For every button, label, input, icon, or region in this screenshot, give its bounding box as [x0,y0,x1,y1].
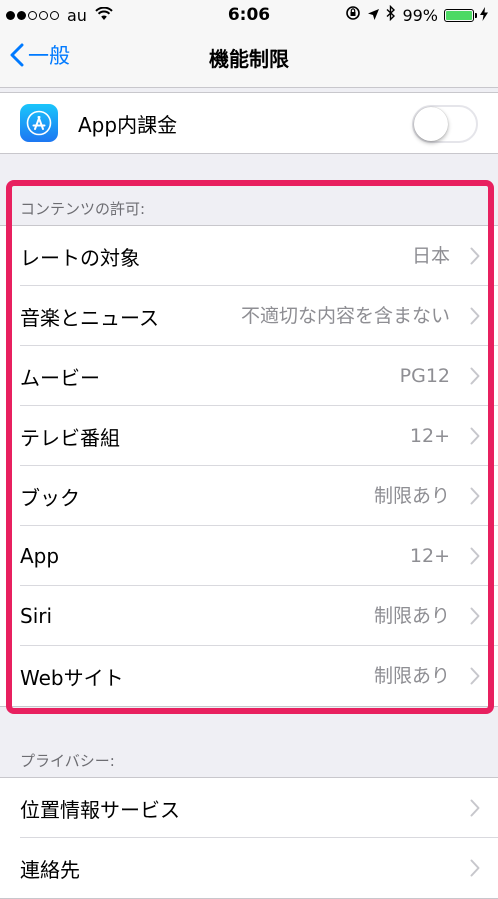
row-label: レートの対象 [20,245,140,270]
charging-icon [480,6,488,25]
row-value: 12+ [409,545,450,567]
content-row-siri[interactable]: Siri 制限あり [0,586,498,646]
toggle-knob [414,107,448,141]
row-value: 不適切な内容を含まない [240,305,450,327]
row-label: 位置情報サービス [20,797,180,822]
content-row-websites[interactable]: Webサイト 制限あり [0,646,498,706]
privacy-section-header: プライバシー: [20,752,115,770]
row-value: 制限あり [373,605,450,627]
in-app-purchase-toggle[interactable] [412,105,478,143]
content-row-rating-region[interactable]: レートの対象 日本 [0,226,498,286]
chevron-right-icon [470,427,480,445]
row-label: 連絡先 [20,857,80,882]
row-label: Siri [20,604,53,628]
content-row-apps[interactable]: App 12+ [0,526,498,586]
in-app-purchase-label: App内課金 [78,112,178,137]
status-bar: au 6:06 99% [0,0,498,30]
in-app-purchase-group: App内課金 [0,92,498,154]
content-row-music-news[interactable]: 音楽とニュース 不適切な内容を含まない [0,286,498,346]
chevron-right-icon [470,547,480,565]
row-label: ブック [20,485,80,510]
content-row-books[interactable]: ブック 制限あり [0,466,498,526]
chevron-right-icon [470,307,480,325]
battery-icon [444,8,477,22]
location-icon [367,6,380,25]
content-row-movies[interactable]: ムービー PG12 [0,346,498,406]
chevron-right-icon [470,487,480,505]
status-right: 99% [345,4,488,25]
row-value: PG12 [399,365,450,387]
chevron-right-icon [470,667,480,685]
row-label: Webサイト [20,665,124,690]
content-row-tv-shows[interactable]: テレビ番組 12+ [0,406,498,466]
battery-fill [446,10,472,20]
in-app-purchase-row: App内課金 [0,93,498,153]
app-store-icon [20,104,58,142]
orientation-lock-icon [345,5,361,25]
chevron-right-icon [470,799,480,817]
row-label: App [20,544,60,568]
page-title: 機能制限 [209,47,289,71]
row-value: 日本 [411,245,450,267]
chevron-right-icon [470,607,480,625]
top-bar: au 6:06 99% 一般 機能制限 [0,0,498,88]
content-section-header: コンテンツの許可: [20,200,146,218]
battery-percent: 99% [402,5,438,25]
row-label: テレビ番組 [20,425,120,450]
privacy-row-contacts[interactable]: 連絡先 [0,838,498,898]
row-label: 音楽とニュース [20,305,159,330]
bluetooth-icon [386,4,396,25]
row-label: ムービー [20,365,100,390]
row-value: 制限あり [373,485,450,507]
chevron-right-icon [470,859,480,877]
row-value: 制限あり [373,665,450,687]
navigation-bar: 一般 機能制限 [0,30,498,84]
chevron-right-icon [470,247,480,265]
content-permissions-group: レートの対象 日本 音楽とニュース 不適切な内容を含まない ムービー PG12 … [0,225,498,707]
privacy-row-location-services[interactable]: 位置情報サービス [0,778,498,838]
privacy-group: 位置情報サービス 連絡先 [0,777,498,899]
chevron-right-icon [470,367,480,385]
row-value: 12+ [409,425,450,447]
